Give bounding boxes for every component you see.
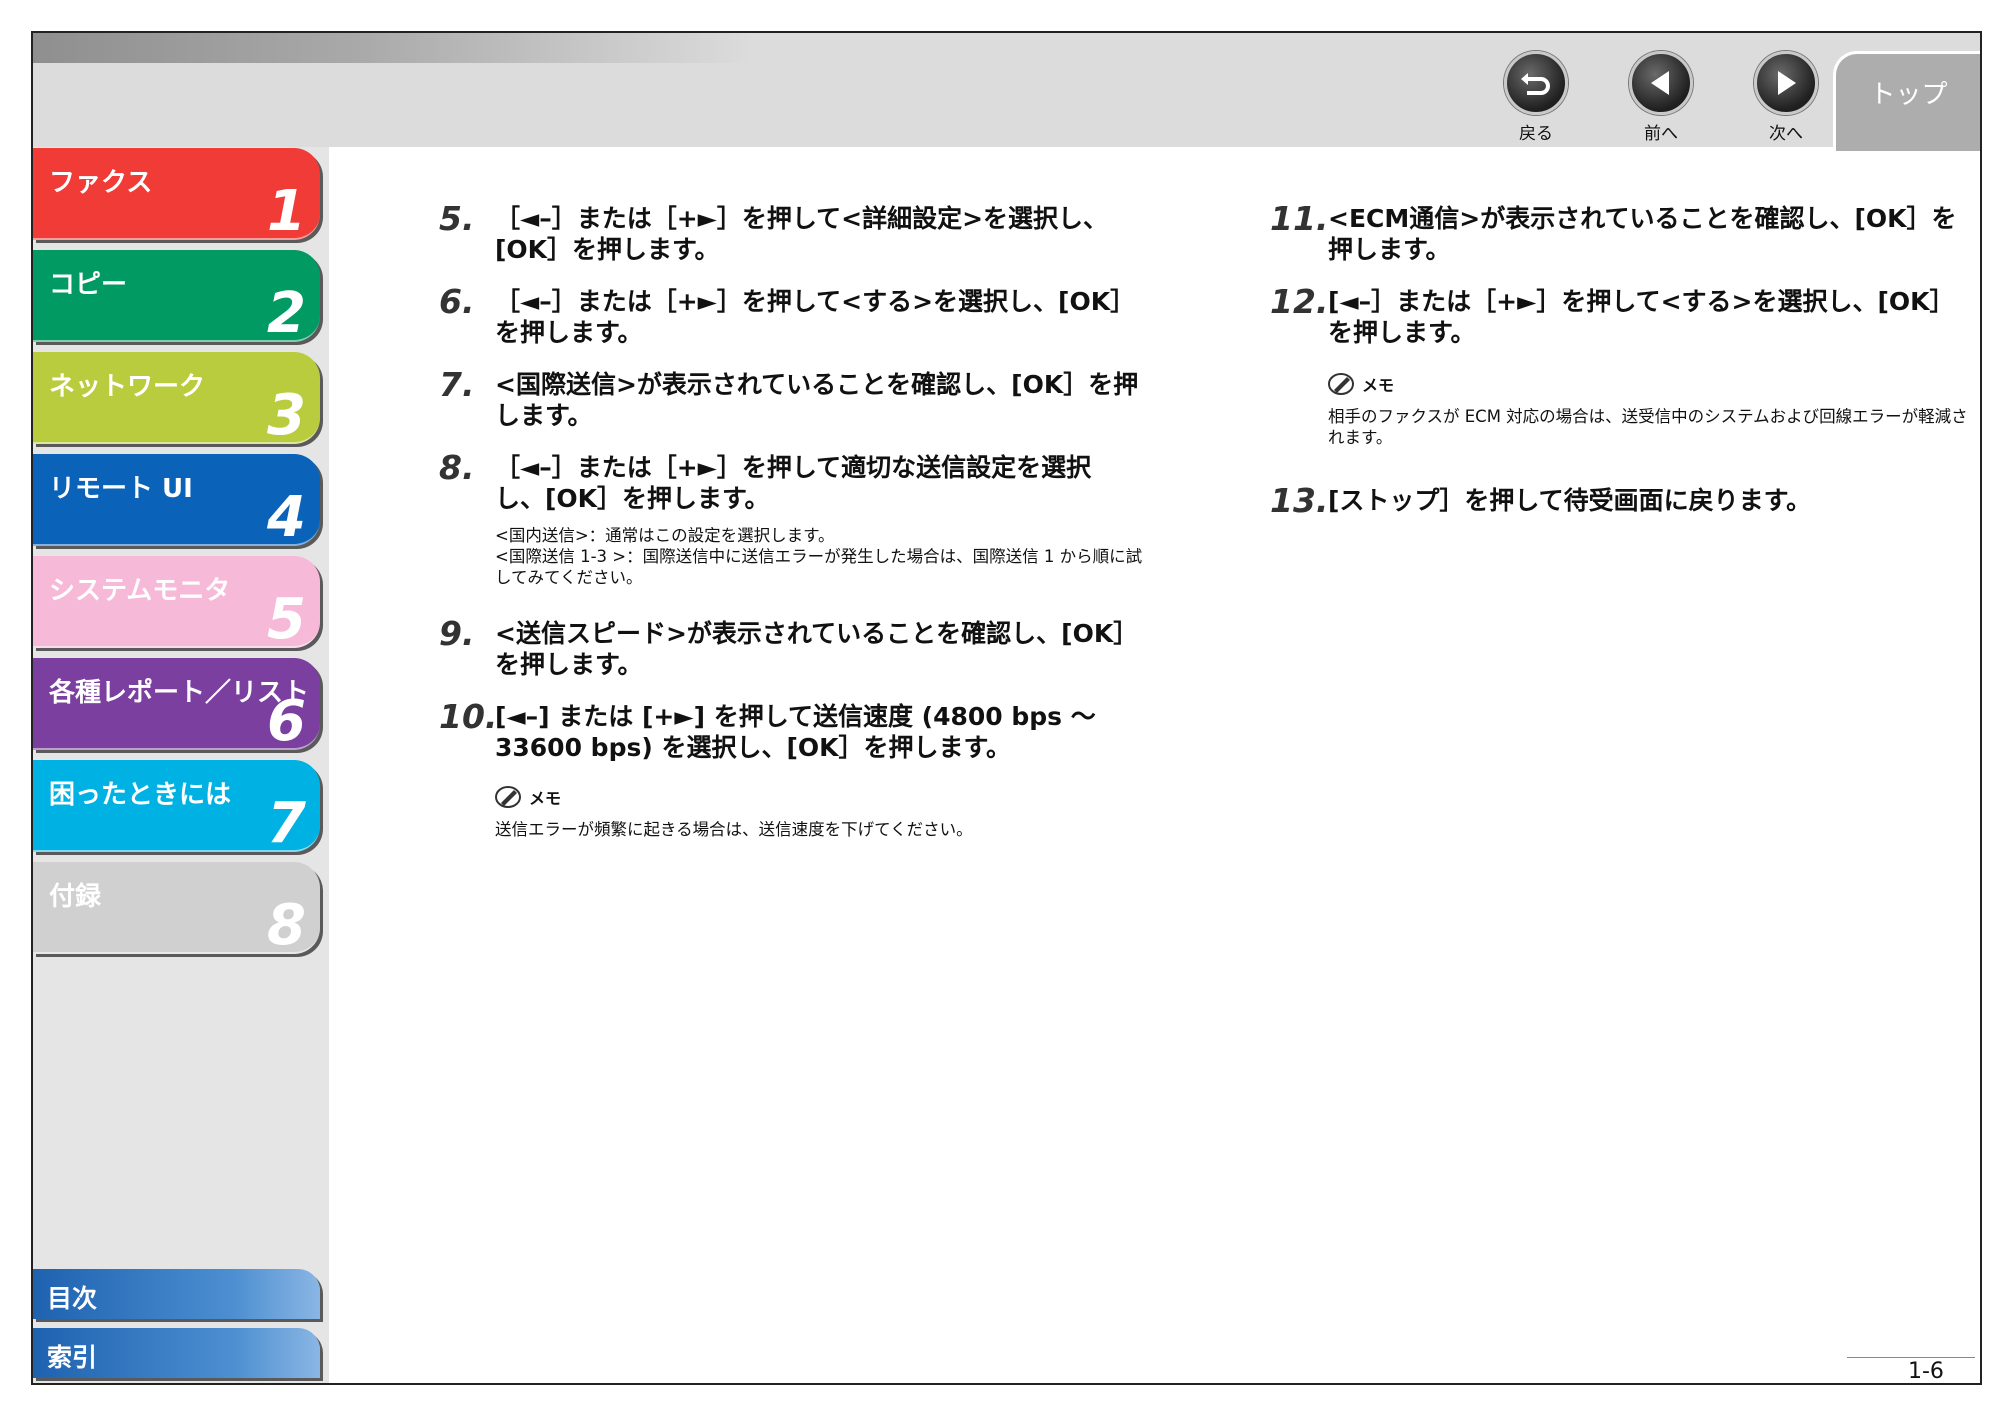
page-frame: 戻る 前へ 次へ トップ ファクス 1 コピー 2 ネットワーク 3 リモート UI 4… bbox=[31, 31, 1982, 1385]
chapter-number: 3 bbox=[267, 383, 306, 448]
chapter-tab-4[interactable]: リモート UI 4 bbox=[33, 454, 320, 550]
chapter-name: ネットワーク bbox=[49, 372, 206, 402]
prev-button[interactable]: 前へ bbox=[1616, 51, 1706, 144]
back-label: 戻る bbox=[1519, 124, 1553, 144]
contents-label: 目次 bbox=[47, 1284, 98, 1313]
chapter-tab-8[interactable]: 付録 8 bbox=[33, 862, 320, 958]
step-number: 10. bbox=[439, 697, 498, 736]
chapter-name: コピー bbox=[49, 270, 128, 300]
step-text: <国際送信>が表示されていることを確認し、[OK］を押します。 bbox=[495, 370, 1139, 430]
index-tab[interactable]: 索引 bbox=[33, 1328, 320, 1378]
step-10: 10. [◄–] または [+►] を押して送信速度 (4800 bps ～ 33… bbox=[439, 697, 1139, 763]
chapter-tab-3[interactable]: ネットワーク 3 bbox=[33, 352, 320, 448]
step-number: 5. bbox=[439, 199, 475, 238]
pencil-memo-icon bbox=[495, 786, 521, 808]
pencil-memo-icon bbox=[1328, 373, 1354, 395]
step-number: 9. bbox=[439, 614, 475, 653]
step-8-note-1: <国内送信>：通常はこの設定を選択します。 bbox=[495, 526, 835, 545]
step-8-note-2: <国際送信 1-3 >：国際送信中に送信エラーが発生した場合は、国際送信 1 か… bbox=[495, 547, 1143, 587]
memo-2-header: メモ bbox=[1328, 372, 1394, 396]
step-13: 13. [ストップ］を押して待受画面に戻ります。 bbox=[1270, 481, 1970, 520]
step-text: ［◄–］または［+►］を押して<する>を選択し、[OK］を押します。 bbox=[495, 287, 1136, 347]
step-number: 6. bbox=[439, 282, 475, 321]
header-gradient bbox=[33, 33, 753, 63]
chapter-tab-7[interactable]: 困ったときには 7 bbox=[33, 760, 320, 856]
step-text: <ECM通信>が表示されていることを確認し、[OK］を押します。 bbox=[1328, 204, 1957, 264]
chapter-number: 4 bbox=[267, 485, 306, 550]
next-button[interactable]: 次へ bbox=[1741, 51, 1831, 144]
chapter-name: リモート UI bbox=[49, 474, 193, 504]
prev-label: 前へ bbox=[1644, 124, 1678, 144]
step-number: 13. bbox=[1270, 481, 1329, 520]
step-number: 8. bbox=[439, 448, 475, 487]
chapter-number: 2 bbox=[267, 281, 306, 346]
chapter-tab-6[interactable]: 各種レポート／リスト 6 bbox=[33, 658, 320, 754]
step-5: 5. ［◄–］または［+►］を押して<詳細設定>を選択し、[OK］を押します。 bbox=[439, 199, 1139, 265]
contents-tab[interactable]: 目次 bbox=[33, 1269, 320, 1319]
step-6: 6. ［◄–］または［+►］を押して<する>を選択し、[OK］を押します。 bbox=[439, 282, 1139, 348]
chapter-tab-2[interactable]: コピー 2 bbox=[33, 250, 320, 346]
step-text: [ストップ］を押して待受画面に戻ります。 bbox=[1328, 486, 1812, 515]
memo-2-text: 相手のファクスが ECM 対応の場合は、送受信中のシステムおよび回線エラーが軽減… bbox=[1328, 407, 1968, 447]
triangle-right-icon bbox=[1754, 51, 1818, 115]
memo-1-text: 送信エラーが頻繁に起きる場合は、送信速度を下げてください。 bbox=[495, 820, 973, 839]
step-8: 8. ［◄–］または［+►］を押して適切な送信設定を選択し、[OK］を押します。 bbox=[439, 448, 1139, 514]
chapter-name: 困ったときには bbox=[49, 780, 232, 810]
chapter-tab-5[interactable]: システムモニタ 5 bbox=[33, 556, 320, 652]
step-7: 7. <国際送信>が表示されていることを確認し、[OK］を押します。 bbox=[439, 365, 1139, 431]
chapter-number: 5 bbox=[267, 587, 306, 652]
header-bar: 戻る 前へ 次へ トップ bbox=[33, 33, 1980, 151]
step-text: [◄–] または [+►] を押して送信速度 (4800 bps ～ 33600… bbox=[495, 702, 1096, 762]
next-label: 次へ bbox=[1769, 124, 1803, 144]
page-number-rule bbox=[1847, 1357, 1975, 1358]
back-arrow-icon bbox=[1504, 51, 1568, 115]
top-tab[interactable]: トップ bbox=[1833, 51, 1980, 151]
step-11: 11. <ECM通信>が表示されていることを確認し、[OK］を押します。 bbox=[1270, 199, 1970, 265]
chapter-name: システムモニタ bbox=[49, 576, 231, 606]
memo-1-header: メモ bbox=[495, 785, 561, 809]
step-12: 12. [◄–］または［+►］を押して<する>を選択し、[OK］を押します。 bbox=[1270, 282, 1970, 348]
chapter-number: 7 bbox=[267, 791, 306, 856]
back-button[interactable]: 戻る bbox=[1491, 51, 1581, 144]
triangle-left-icon bbox=[1629, 51, 1693, 115]
step-text: <送信スピード>が表示されていることを確認し、[OK］を押します。 bbox=[495, 619, 1139, 679]
step-text: ［◄–］または［+►］を押して適切な送信設定を選択し、[OK］を押します。 bbox=[495, 453, 1092, 513]
page-number: 1-6 bbox=[1908, 1359, 1944, 1384]
chapter-number: 8 bbox=[267, 893, 306, 958]
step-text: ［◄–］または［+►］を押して<詳細設定>を選択し、[OK］を押します。 bbox=[495, 204, 1109, 264]
step-number: 11. bbox=[1270, 199, 1329, 238]
chapter-tab-1[interactable]: ファクス 1 bbox=[33, 148, 320, 244]
memo-label: メモ bbox=[529, 789, 562, 808]
index-label: 索引 bbox=[47, 1343, 98, 1372]
chapter-number: 6 bbox=[267, 689, 306, 754]
step-text: [◄–］または［+►］を押して<する>を選択し、[OK］を押します。 bbox=[1328, 287, 1955, 347]
chapter-name: 付録 bbox=[49, 882, 102, 912]
memo-label: メモ bbox=[1362, 376, 1395, 395]
chapter-number: 1 bbox=[267, 179, 306, 244]
chapter-name: ファクス bbox=[49, 168, 153, 198]
step-number: 7. bbox=[439, 365, 475, 404]
step-number: 12. bbox=[1270, 282, 1329, 321]
step-9: 9. <送信スピード>が表示されていることを確認し、[OK］を押します。 bbox=[439, 614, 1139, 680]
